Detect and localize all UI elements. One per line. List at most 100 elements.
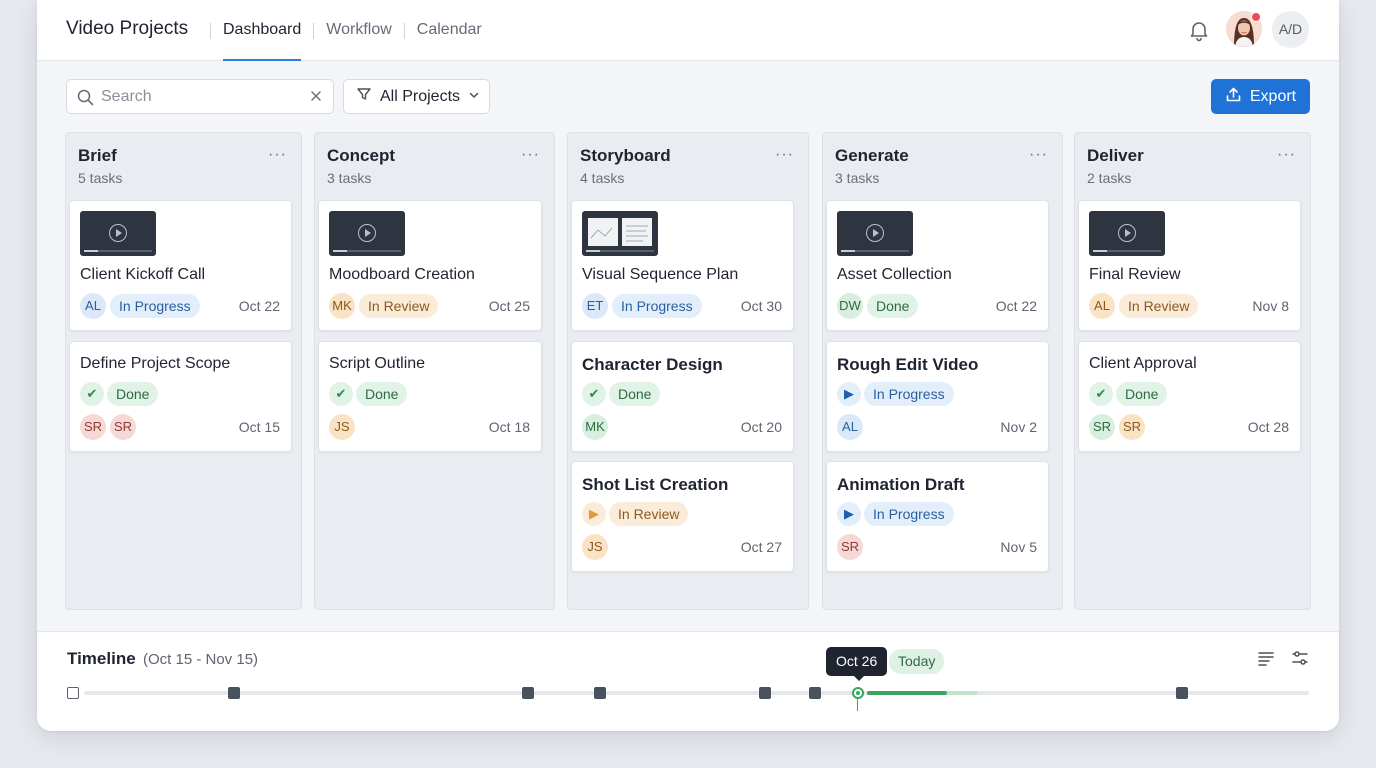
status-badge: Done: [867, 294, 919, 318]
assignee-avatar: JS: [582, 534, 608, 560]
task-card[interactable]: Client Kickoff Call AL In Progress Oct 2…: [69, 200, 292, 331]
status-badge: Done: [107, 382, 159, 406]
status-badge: Done: [356, 382, 408, 406]
timeline-panel: Timeline (Oct 15 - Nov 15) Oct 26 Today: [37, 631, 1339, 731]
card-title: Visual Sequence Plan: [582, 266, 739, 283]
search-icon: [77, 89, 94, 111]
video-thumbnail[interactable]: [329, 211, 405, 256]
timeline-controls: [1257, 649, 1309, 672]
task-card[interactable]: Animation Draft ▶ In Progress SR Nov 5: [826, 461, 1049, 572]
search-input[interactable]: [101, 86, 301, 108]
task-card[interactable]: Asset Collection DW Done Oct 22: [826, 200, 1049, 331]
upload-icon: [1225, 86, 1242, 108]
column-title: Deliver: [1087, 146, 1144, 165]
due-date: Oct 22: [995, 298, 1037, 314]
status-badge: In Review: [1119, 294, 1199, 318]
column-title: Concept: [327, 146, 395, 165]
more-options-icon[interactable]: ···: [1029, 146, 1048, 164]
settings-sliders-icon[interactable]: [1291, 649, 1309, 672]
status-badge: In Progress: [864, 382, 954, 406]
due-date: Nov 5: [1000, 539, 1037, 555]
assignee-avatar: SR: [1119, 414, 1145, 440]
export-button[interactable]: Export: [1211, 79, 1310, 114]
filter-label: All Projects: [380, 87, 461, 105]
card-title: Shot List Creation: [582, 475, 729, 494]
task-card[interactable]: Final Review AL In Review Nov 8: [1078, 200, 1301, 331]
timeline-title: Timeline: [67, 649, 136, 668]
play-icon: [1118, 224, 1136, 242]
video-thumbnail[interactable]: [837, 211, 913, 256]
card-title: Final Review: [1089, 266, 1181, 283]
search-box[interactable]: [66, 79, 334, 114]
due-date: Oct 30: [740, 298, 782, 314]
assignee-avatar: AL: [80, 293, 106, 319]
today-marker[interactable]: [852, 687, 864, 699]
play-icon: [109, 224, 127, 242]
timeline-milestone[interactable]: [228, 687, 240, 699]
timeline-milestone[interactable]: [809, 687, 821, 699]
timeline-milestone[interactable]: [594, 687, 606, 699]
more-options-icon[interactable]: ···: [775, 146, 794, 164]
assignee-avatar: MK: [582, 414, 608, 440]
task-card[interactable]: Define Project Scope ✔ Done SR SR Oct 15: [69, 341, 292, 452]
tab-calendar[interactable]: Calendar: [417, 0, 482, 61]
timeline-start-checkbox[interactable]: [67, 687, 79, 699]
tab-workflow[interactable]: Workflow: [326, 0, 392, 61]
column-brief: Brief 5 tasks ··· Client Kickoff Call AL…: [65, 132, 302, 610]
filter-icon: [356, 86, 372, 107]
status-badge: In Progress: [110, 294, 200, 318]
more-options-icon[interactable]: ···: [521, 146, 540, 164]
due-date: Oct 20: [740, 419, 782, 435]
task-card[interactable]: Rough Edit Video ▶ In Progress AL Nov 2: [826, 341, 1049, 452]
timeline-milestone[interactable]: [1176, 687, 1188, 699]
notification-dot: [1251, 12, 1261, 22]
tab-dashboard[interactable]: Dashboard: [223, 0, 302, 61]
assignee-avatar: MK: [329, 293, 355, 319]
more-options-icon[interactable]: ···: [268, 146, 287, 164]
timeline-track[interactable]: [84, 691, 1309, 695]
date-tooltip: Oct 26: [826, 647, 888, 681]
card-title: Asset Collection: [837, 266, 952, 283]
column-task-count: 3 tasks: [835, 170, 880, 186]
card-title: Script Outline: [329, 355, 426, 372]
task-card[interactable]: Moodboard Creation MK In Review Oct 25: [318, 200, 542, 331]
nav-separator: [403, 22, 405, 39]
card-title: Rough Edit Video: [837, 355, 979, 374]
task-card[interactable]: Shot List Creation ▶ In Review JS Oct 27: [571, 461, 794, 572]
main-nav: Dashboard Workflow Calendar: [198, 0, 482, 61]
column-title: Brief: [78, 146, 117, 165]
play-icon: [866, 224, 884, 242]
task-card[interactable]: Client Approval ✔ Done SR SR Oct 28: [1078, 341, 1301, 452]
video-thumbnail[interactable]: [80, 211, 156, 256]
task-card[interactable]: Script Outline ✔ Done JS Oct 18: [318, 341, 542, 452]
timeline-progress-extension: [947, 691, 977, 695]
user-avatar-initials[interactable]: A/D: [1272, 11, 1309, 48]
timeline-milestone[interactable]: [759, 687, 771, 699]
column-concept: Concept 3 tasks ··· Moodboard Creation M…: [314, 132, 555, 610]
column-storyboard: Storyboard 4 tasks ··· Visual Sequence P…: [567, 132, 809, 610]
due-date: Nov 8: [1252, 298, 1289, 314]
card-title: Character Design: [582, 355, 723, 374]
due-date: Oct 27: [740, 539, 782, 555]
assignee-avatar: AL: [837, 414, 863, 440]
column-title: Storyboard: [580, 146, 671, 165]
bell-icon[interactable]: [1187, 18, 1211, 42]
check-icon: ✔: [329, 382, 353, 406]
status-badge: Done: [1116, 382, 1168, 406]
today-badge[interactable]: Today: [889, 649, 945, 674]
task-card[interactable]: Visual Sequence Plan ET In Progress Oct …: [571, 200, 794, 331]
list-icon[interactable]: [1257, 649, 1275, 672]
video-thumbnail[interactable]: [1089, 211, 1165, 256]
check-icon: ✔: [80, 382, 104, 406]
column-task-count: 2 tasks: [1087, 170, 1132, 186]
due-date: Oct 15: [238, 419, 280, 435]
clear-search-icon[interactable]: [309, 89, 323, 108]
column-title: Generate: [835, 146, 909, 165]
timeline-milestone[interactable]: [522, 687, 534, 699]
more-options-icon[interactable]: ···: [1277, 146, 1296, 164]
chevron-down-icon: [468, 88, 480, 106]
project-filter-dropdown[interactable]: All Projects: [343, 79, 490, 114]
storyboard-thumbnail[interactable]: [582, 211, 658, 256]
column-task-count: 5 tasks: [78, 170, 123, 186]
task-card[interactable]: Character Design ✔ Done MK Oct 20: [571, 341, 794, 452]
